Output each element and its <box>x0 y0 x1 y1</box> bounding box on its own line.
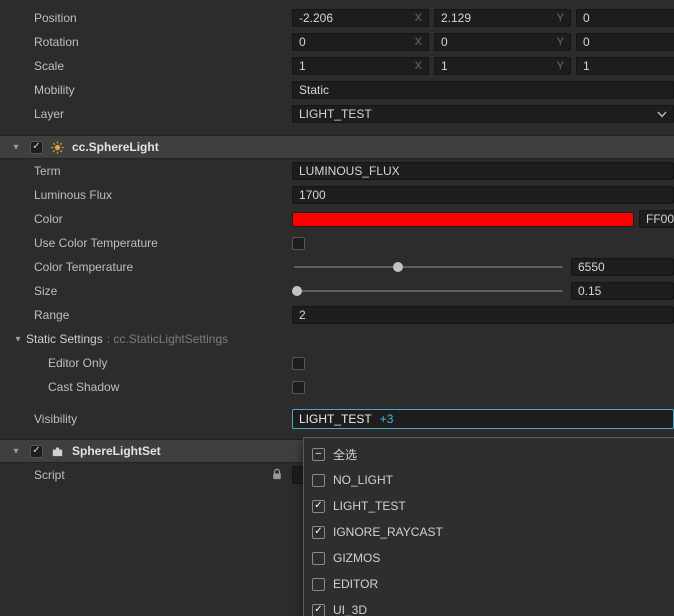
rotation-label: Rotation <box>34 35 79 49</box>
rotation-y-input[interactable]: 0 Y <box>434 33 571 51</box>
component-enabled-checkbox[interactable]: ✓ <box>30 444 43 458</box>
dropdown-item-select-all[interactable]: – 全选 <box>304 441 674 467</box>
axis-y-label: Y <box>556 60 564 72</box>
layer-select[interactable]: LIGHT_TEST <box>292 105 674 123</box>
editor-only-label: Editor Only <box>48 356 108 370</box>
static-settings-subheader[interactable]: ▾ Static Settings : cc.StaticLightSettin… <box>0 327 674 351</box>
sphere-light-header[interactable]: ▾ ✓ cc.SphereLight <box>0 135 674 159</box>
axis-y-label: Y <box>556 36 564 48</box>
range-input[interactable]: 2 <box>292 306 674 324</box>
color-hex-input[interactable]: FF0000 <box>639 210 674 228</box>
size-input[interactable]: 0.15 <box>571 282 674 300</box>
layer-label: Layer <box>34 107 65 121</box>
editor-only-checkbox[interactable] <box>292 356 305 370</box>
position-y-input[interactable]: 2.129 Y <box>434 9 571 27</box>
dropdown-item-ui-3d[interactable]: ✓ UI_3D <box>304 597 674 616</box>
use-color-temperature-row: Use Color Temperature <box>0 231 674 255</box>
scale-row: Scale 1 X 1 Y 1 <box>0 54 674 78</box>
axis-x-label: X <box>414 36 422 48</box>
cast-shadow-label: Cast Shadow <box>48 380 120 394</box>
luminous-flux-label: Luminous Flux <box>34 188 113 202</box>
position-row: Position -2.206 X 2.129 Y 0 <box>0 6 674 30</box>
position-x-input[interactable]: -2.206 X <box>292 9 429 27</box>
visibility-extra-count: +3 <box>379 412 394 426</box>
component-title: cc.SphereLight <box>72 140 159 154</box>
use-color-temperature-checkbox[interactable] <box>292 236 305 250</box>
collapse-chevron-icon[interactable]: ▾ <box>10 446 22 457</box>
visibility-label: Visibility <box>34 412 78 426</box>
cast-shadow-row: Cast Shadow <box>0 375 674 399</box>
rotation-x-input[interactable]: 0 X <box>292 33 429 51</box>
slider-thumb[interactable] <box>393 262 404 272</box>
dropdown-item-no-light[interactable]: NO_LIGHT <box>304 467 674 493</box>
slider-track <box>294 290 563 292</box>
collapse-chevron-icon[interactable]: ▾ <box>10 142 22 153</box>
slider-thumb[interactable] <box>292 286 303 296</box>
size-slider[interactable] <box>292 282 565 300</box>
layer-checkbox[interactable] <box>312 551 325 565</box>
rotation-row: Rotation 0 X 0 Y 0 <box>0 30 674 54</box>
term-label: Term <box>34 164 61 178</box>
layer-checkbox[interactable]: ✓ <box>312 603 325 616</box>
color-temperature-label: Color Temperature <box>34 260 134 274</box>
scale-label: Scale <box>34 59 65 73</box>
axis-x-label: X <box>414 12 422 24</box>
slider-track <box>294 266 563 268</box>
lock-icon <box>272 468 282 483</box>
layer-checkbox[interactable] <box>312 577 325 591</box>
static-settings-label: Static Settings <box>26 332 103 346</box>
term-row: Term LUMINOUS_FLUX <box>0 159 674 183</box>
layer-checkbox[interactable]: ✓ <box>312 525 325 539</box>
color-temperature-input[interactable]: 6550 <box>571 258 674 276</box>
visibility-input[interactable]: LIGHT_TEST +3 <box>292 409 674 429</box>
dropdown-item-gizmos[interactable]: GIZMOS <box>304 545 674 571</box>
size-label: Size <box>34 284 58 298</box>
visibility-row: Visibility LIGHT_TEST +3 <box>0 407 674 431</box>
rotation-z-input[interactable]: 0 <box>576 33 674 51</box>
luminous-flux-row: Luminous Flux 1700 <box>0 183 674 207</box>
editor-only-row: Editor Only <box>0 351 674 375</box>
term-select[interactable]: LUMINOUS_FLUX <box>292 162 674 180</box>
component-title: SphereLightSet <box>72 444 161 458</box>
cast-shadow-checkbox[interactable] <box>292 380 305 394</box>
script-label: Script <box>34 468 65 482</box>
dropdown-item-light-test[interactable]: ✓ LIGHT_TEST <box>304 493 674 519</box>
layer-checkbox[interactable] <box>312 473 325 487</box>
dropdown-item-ignore-raycast[interactable]: ✓ IGNORE_RAYCAST <box>304 519 674 545</box>
axis-x-label: X <box>414 60 422 72</box>
collapse-chevron-icon[interactable]: ▾ <box>12 334 24 345</box>
axis-y-label: Y <box>556 12 564 24</box>
scale-x-input[interactable]: 1 X <box>292 57 429 75</box>
use-color-temperature-label: Use Color Temperature <box>34 236 158 250</box>
range-label: Range <box>34 308 70 322</box>
mobility-label: Mobility <box>34 83 75 97</box>
static-settings-type: : cc.StaticLightSettings <box>106 332 229 346</box>
color-row: Color FF0000 <box>0 207 674 231</box>
color-swatch[interactable] <box>292 211 634 227</box>
sun-light-icon <box>51 140 64 154</box>
mobility-row: Mobility Static <box>0 78 674 102</box>
dropdown-item-editor[interactable]: EDITOR <box>304 571 674 597</box>
script-component-icon <box>51 445 64 458</box>
color-temperature-slider[interactable] <box>292 258 565 276</box>
position-z-input[interactable]: 0 <box>576 9 674 27</box>
position-label: Position <box>34 11 77 25</box>
layer-row: Layer LIGHT_TEST <box>0 102 674 126</box>
layer-checkbox[interactable]: ✓ <box>312 499 325 513</box>
select-all-checkbox[interactable]: – <box>312 447 325 461</box>
size-row: Size 0.15 <box>0 279 674 303</box>
range-row: Range 2 <box>0 303 674 327</box>
scale-z-input[interactable]: 1 <box>576 57 674 75</box>
scale-y-input[interactable]: 1 Y <box>434 57 571 75</box>
chevron-down-icon <box>657 111 667 118</box>
luminous-flux-input[interactable]: 1700 <box>292 186 674 204</box>
inspector-panel: Position -2.206 X 2.129 Y 0 Rotation 0 X… <box>0 0 674 616</box>
mobility-select[interactable]: Static <box>292 81 674 99</box>
visibility-layer-dropdown: – 全选 NO_LIGHT ✓ LIGHT_TEST ✓ IGNORE_RAYC… <box>303 437 674 616</box>
color-label: Color <box>34 212 63 226</box>
color-temperature-row: Color Temperature 6550 <box>0 255 674 279</box>
component-enabled-checkbox[interactable]: ✓ <box>30 140 43 154</box>
